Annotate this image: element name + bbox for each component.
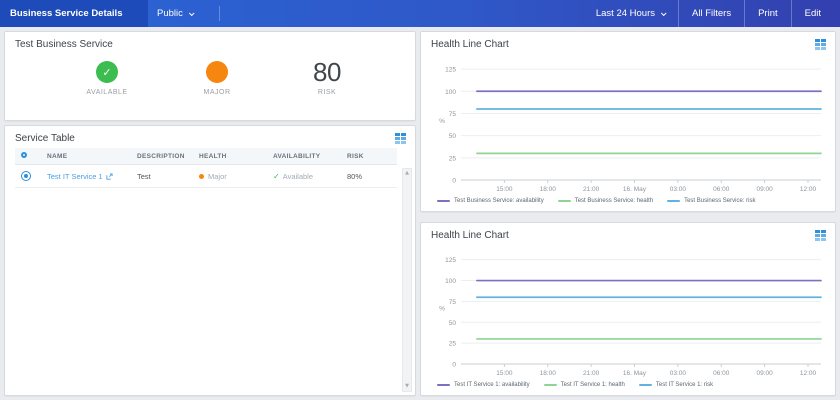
legend-item-health[interactable]: Test IT Service 1: health <box>544 382 625 388</box>
chart-title: Health Line Chart <box>431 230 509 241</box>
chevron-down-icon <box>189 10 195 16</box>
svg-text:12:00: 12:00 <box>800 370 817 377</box>
column-header-availability: AVAILABILITY <box>267 148 341 165</box>
chevron-down-icon <box>661 10 667 16</box>
svg-text:100: 100 <box>445 89 456 96</box>
column-header-risk: RISK <box>341 148 397 165</box>
availability-kpi-label: AVAILABLE <box>86 89 127 96</box>
legend-swatch <box>437 200 450 202</box>
legend-swatch <box>558 200 571 202</box>
svg-text:15:00: 15:00 <box>496 186 513 193</box>
row-description: Test <box>131 165 193 188</box>
svg-text:09:00: 09:00 <box>756 186 773 193</box>
severity-dot-icon <box>199 174 204 179</box>
svg-text:%: % <box>439 306 445 313</box>
svg-text:125: 125 <box>445 67 456 74</box>
service-table-title: Service Table <box>15 133 75 144</box>
business-service-summary-panel: Test Business Service ✓ AVAILABLE MAJOR … <box>4 31 416 121</box>
time-range-dropdown[interactable]: Last 24 Hours <box>583 0 678 27</box>
line-chart-plot: 0 25 50 75 100 125% 15:00 18:00 21:00 16. May 03:0… <box>431 55 827 196</box>
scroll-down-icon[interactable]: ▼ <box>405 384 409 389</box>
all-filters-button[interactable]: All Filters <box>678 0 744 27</box>
service-table: NAME DESCRIPTION HEALTH AVAILABILITY RIS… <box>15 148 397 188</box>
time-range-label: Last 24 Hours <box>596 8 655 19</box>
scroll-up-icon[interactable]: ▲ <box>405 171 409 176</box>
legend-item-availability[interactable]: Test Business Service: availability <box>437 198 544 204</box>
legend-item-health[interactable]: Test Business Service: health <box>558 198 653 204</box>
column-header-description: DESCRIPTION <box>131 148 193 165</box>
table-scrollbar[interactable]: ▲ ▼ <box>402 168 412 392</box>
svg-text:03:00: 03:00 <box>670 370 687 377</box>
line-chart-plot: 0 25 50 75 100 125% 15:00 18:00 21:00 16. May 03:0… <box>431 246 827 380</box>
svg-text:75: 75 <box>449 111 457 118</box>
visibility-label: Public <box>157 8 183 19</box>
svg-text:03:00: 03:00 <box>670 186 687 193</box>
svg-text:06:00: 06:00 <box>713 186 730 193</box>
print-button[interactable]: Print <box>744 0 791 27</box>
row-radio-selected[interactable] <box>21 171 31 181</box>
svg-text:18:00: 18:00 <box>540 186 557 193</box>
svg-text:25: 25 <box>449 155 457 162</box>
svg-text:09:00: 09:00 <box>756 370 773 377</box>
legend-swatch <box>544 384 557 386</box>
chart-legend: Test IT Service 1: availability Test IT … <box>421 380 835 395</box>
svg-text:0: 0 <box>452 362 456 369</box>
svg-text:125: 125 <box>445 257 456 264</box>
visibility-dropdown[interactable]: Public <box>148 0 203 27</box>
risk-kpi: 80 RISK <box>287 59 367 96</box>
panel-grid-icon[interactable] <box>815 39 826 50</box>
legend-swatch <box>639 384 652 386</box>
panel-grid-icon[interactable] <box>815 230 826 241</box>
legend-swatch <box>667 200 680 202</box>
panel-grid-icon[interactable] <box>395 133 406 144</box>
service-table-panel: Service Table NAME DESCRIPTION HEALTH AV… <box>4 125 416 396</box>
availability-kpi: ✓ AVAILABLE <box>67 59 147 96</box>
table-header-row: NAME DESCRIPTION HEALTH AVAILABILITY RIS… <box>15 148 397 165</box>
check-icon: ✓ <box>273 172 280 181</box>
legend-swatch <box>437 384 450 386</box>
column-header-name: NAME <box>41 148 131 165</box>
summary-panel-title: Test Business Service <box>15 39 113 50</box>
external-link-icon <box>106 173 113 180</box>
legend-item-risk[interactable]: Test Business Service: risk <box>667 198 755 204</box>
legend-item-availability[interactable]: Test IT Service 1: availability <box>437 382 530 388</box>
health-kpi-label: MAJOR <box>204 89 231 96</box>
svg-text:18:00: 18:00 <box>540 370 557 377</box>
svg-text:50: 50 <box>449 133 457 140</box>
svg-text:21:00: 21:00 <box>583 370 600 377</box>
column-header-health: HEALTH <box>193 148 267 165</box>
row-risk: 80% <box>341 165 397 188</box>
row-health: Major <box>193 165 267 188</box>
gear-icon[interactable] <box>21 152 27 158</box>
chart-legend: Test Business Service: availability Test… <box>421 196 835 211</box>
table-row: Test IT Service 1 Test Major <box>15 165 397 188</box>
health-severity-circle-icon <box>206 61 228 83</box>
health-line-chart-panel-it-service: Health Line Chart 0 25 50 75 100 125% 15:00 18:… <box>420 222 836 396</box>
health-kpi: MAJOR <box>177 59 257 96</box>
svg-text:21:00: 21:00 <box>583 186 600 193</box>
service-link[interactable]: Test IT Service 1 <box>47 172 113 181</box>
svg-text:0: 0 <box>452 178 456 185</box>
page-title: Business Service Details <box>0 0 148 27</box>
legend-item-risk[interactable]: Test IT Service 1: risk <box>639 382 713 388</box>
svg-text:50: 50 <box>449 320 457 327</box>
edit-button[interactable]: Edit <box>791 0 834 27</box>
svg-text:16. May: 16. May <box>623 370 647 377</box>
svg-text:%: % <box>439 118 445 125</box>
svg-text:100: 100 <box>445 278 456 285</box>
risk-kpi-value: 80 <box>313 59 341 85</box>
svg-text:12:00: 12:00 <box>800 186 817 193</box>
top-navbar: Business Service Details Public Last 24 … <box>0 0 840 27</box>
svg-text:25: 25 <box>449 341 457 348</box>
row-availability: ✓Available <box>267 165 341 188</box>
svg-text:75: 75 <box>449 299 457 306</box>
health-line-chart-panel-business-service: Health Line Chart 0 25 50 75 100 125% 15:00 18:… <box>420 31 836 212</box>
chart-title: Health Line Chart <box>431 39 509 50</box>
svg-text:15:00: 15:00 <box>496 370 513 377</box>
risk-kpi-label: RISK <box>318 89 336 96</box>
svg-text:16. May: 16. May <box>623 186 647 193</box>
availability-check-circle-icon: ✓ <box>96 61 118 83</box>
svg-text:06:00: 06:00 <box>713 370 730 377</box>
